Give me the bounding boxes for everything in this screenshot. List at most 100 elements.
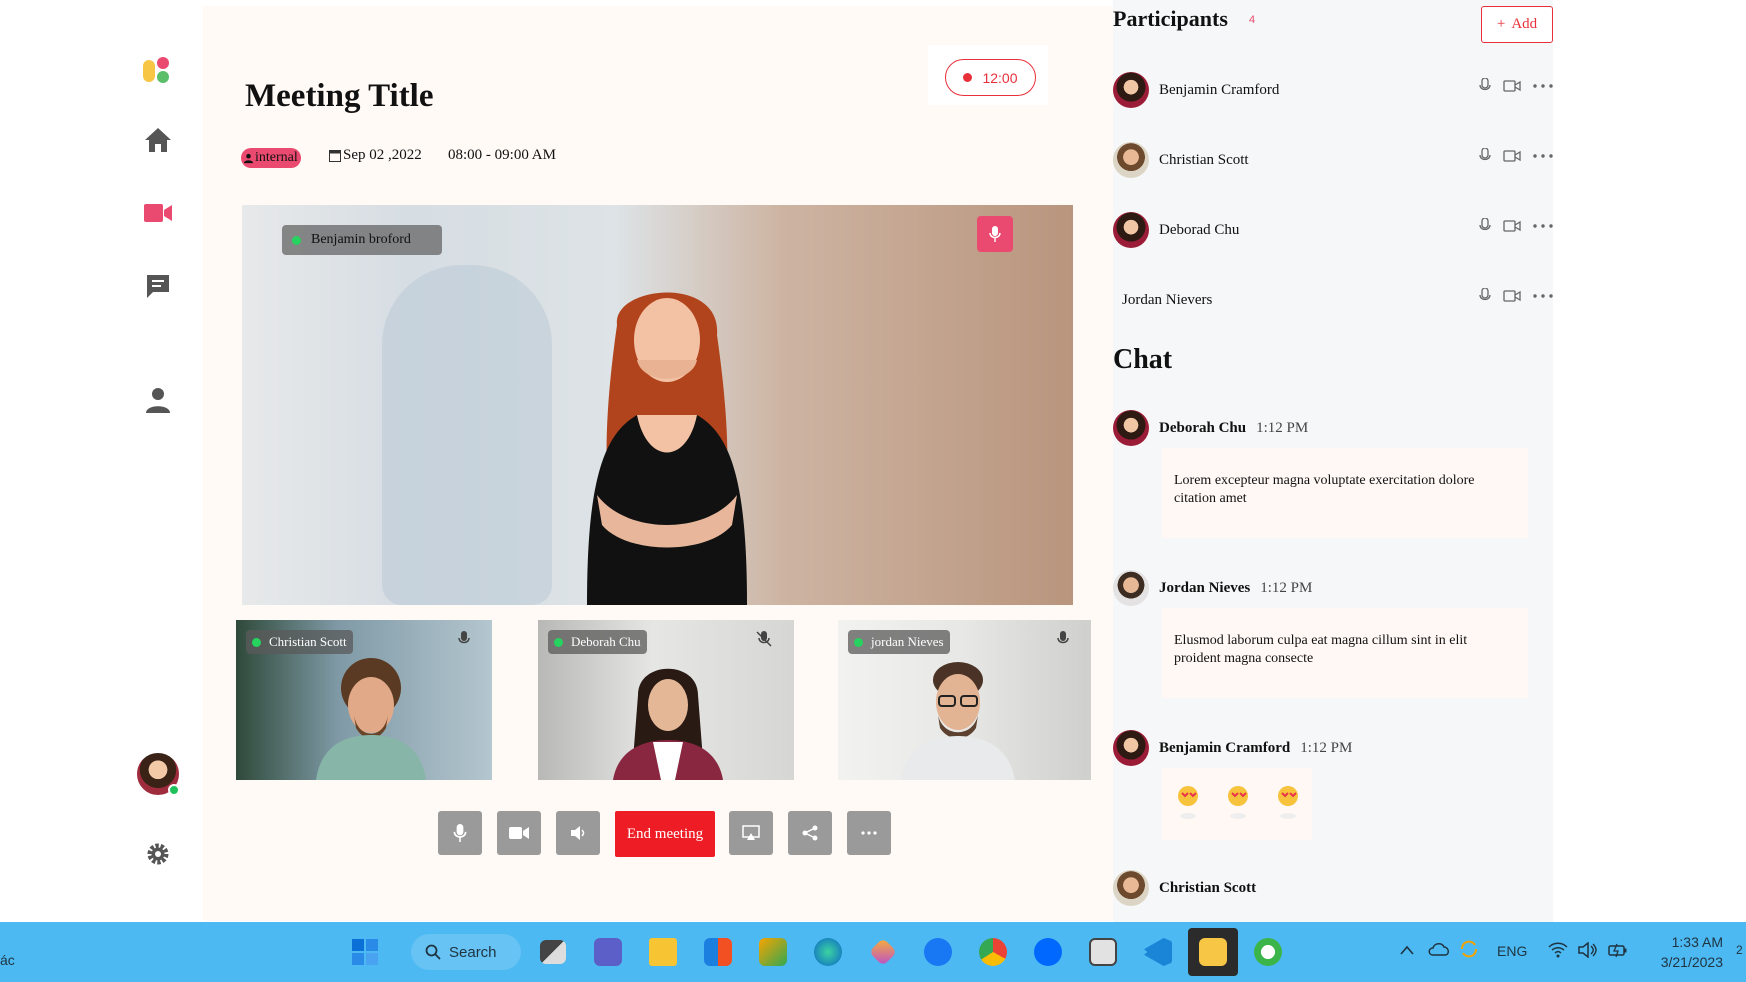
task-view-icon[interactable]	[533, 932, 573, 972]
speaker-name: Benjamin broford	[311, 232, 411, 247]
mic-toggle-button[interactable]	[438, 811, 482, 855]
battery-icon[interactable]	[1608, 942, 1628, 963]
participant-row[interactable]: Christian Scott	[1113, 140, 1553, 180]
speaker-name-chip: Benjamin broford	[282, 225, 442, 255]
vscode-icon[interactable]	[1138, 932, 1178, 972]
main-video-feed[interactable]	[242, 205, 1073, 605]
chat-message-header: Jordan Nieves 1:12 PM	[1113, 568, 1312, 608]
mic-icon[interactable]	[1479, 288, 1491, 304]
file-explorer-icon[interactable]	[643, 932, 683, 972]
chat-title: Chat	[1113, 344, 1173, 375]
end-meeting-button[interactable]: End meeting	[615, 811, 715, 857]
chrome-icon[interactable]	[973, 932, 1013, 972]
home-icon[interactable]	[142, 124, 174, 156]
avatar	[1113, 410, 1149, 446]
camera-icon[interactable]	[1503, 289, 1521, 303]
language-indicator[interactable]: ENG	[1497, 943, 1527, 959]
participant-name: Deborah Chu	[571, 634, 641, 649]
screenshot-app-icon[interactable]	[1083, 932, 1123, 972]
participant-figure	[316, 658, 426, 780]
edge-icon[interactable]	[808, 932, 848, 972]
sender-name: Deborah Chu	[1159, 419, 1247, 436]
facebook-icon[interactable]	[918, 932, 958, 972]
emoji-message-bubble	[1162, 768, 1312, 840]
sender-name: Christian Scott	[1159, 879, 1257, 896]
person-icon	[243, 153, 254, 163]
wifi-icon[interactable]	[1548, 942, 1568, 963]
chat-icon[interactable]	[142, 270, 174, 302]
participant-name: Christian Scott	[1159, 151, 1249, 168]
participant-row[interactable]: Benjamin Cramford	[1113, 70, 1553, 110]
avatar	[1113, 870, 1149, 906]
plus-icon: +	[1496, 16, 1506, 32]
share-button[interactable]	[788, 811, 832, 855]
participant-tile[interactable]: Deborah Chu	[538, 620, 794, 780]
more-options-button[interactable]	[847, 811, 891, 855]
green-app-icon[interactable]	[1248, 932, 1288, 972]
zalo-icon[interactable]	[1028, 932, 1068, 972]
more-icon[interactable]	[1533, 154, 1553, 158]
participant-name: Christian Scott	[269, 634, 347, 649]
participant-tile[interactable]: jordan Nieves	[838, 620, 1091, 780]
participant-name-chip: Deborah Chu	[548, 630, 647, 654]
avatar	[1113, 730, 1149, 766]
system-clock[interactable]: 1:33 AM 3/21/2023	[1648, 932, 1723, 972]
camera-icon[interactable]	[1503, 149, 1521, 163]
date-text: Sep 02 ,2022	[343, 146, 422, 163]
more-icon[interactable]	[1533, 84, 1553, 88]
avatar	[1113, 72, 1149, 108]
participant-row[interactable]: Deborad Chu	[1113, 210, 1553, 250]
add-participant-button[interactable]: + Add	[1481, 6, 1553, 43]
more-icon[interactable]	[1533, 294, 1553, 298]
start-icon[interactable]	[345, 932, 385, 972]
mic-muted-icon	[756, 631, 772, 652]
store-icon[interactable]	[698, 932, 738, 972]
more-icon[interactable]	[1533, 224, 1553, 228]
badge-label: internal	[255, 150, 298, 165]
camera-icon[interactable]	[1503, 219, 1521, 233]
record-timer-button[interactable]: 12:00	[945, 59, 1036, 96]
participant-name: Jordan Nievers	[1122, 291, 1213, 308]
calendar-icon	[329, 149, 341, 162]
meeting-type-badge: internal	[241, 148, 301, 168]
screen-share-button[interactable]	[729, 811, 773, 855]
taskbar-search[interactable]: Search	[411, 934, 521, 970]
mic-icon	[989, 226, 1001, 242]
participant-tile[interactable]: Christian Scott	[236, 620, 492, 780]
more-icon	[861, 831, 877, 835]
cloud-icon[interactable]	[1428, 942, 1450, 961]
sticky-notes-icon[interactable]	[1188, 928, 1238, 976]
mic-icon[interactable]	[1479, 218, 1491, 234]
chat-message-header: Benjamin Cramford 1:12 PM	[1113, 728, 1352, 768]
chat-message-header: Deborah Chu 1:12 PM	[1113, 408, 1308, 448]
mic-icon[interactable]	[1479, 78, 1491, 94]
chevron-up-icon[interactable]	[1400, 942, 1414, 960]
camera-icon[interactable]	[1503, 79, 1521, 93]
gear-icon[interactable]	[142, 838, 174, 870]
speaker-mic-button[interactable]	[977, 216, 1013, 252]
speaker-figure	[587, 292, 747, 605]
camera-toggle-button[interactable]	[497, 811, 541, 855]
emoji-icon	[1278, 786, 1298, 819]
participant-row[interactable]: Jordan Nievers	[1113, 280, 1553, 320]
record-dot-icon	[963, 73, 973, 82]
participant-name: Deborad Chu	[1159, 221, 1240, 238]
speaker-toggle-button[interactable]	[556, 811, 600, 855]
snipping-tool-icon[interactable]	[753, 932, 793, 972]
meeting-date: Sep 02 ,2022	[329, 144, 422, 166]
meet-app-icon[interactable]	[588, 932, 628, 972]
chat-message-bubble: Lorem excepteur magna voluptate exercita…	[1162, 448, 1528, 538]
user-icon[interactable]	[142, 384, 174, 416]
participant-name-chip: jordan Nieves	[848, 630, 950, 654]
mic-icon[interactable]	[1479, 148, 1491, 164]
volume-icon[interactable]	[1578, 941, 1598, 963]
sync-icon[interactable]	[1459, 940, 1479, 963]
git-app-icon[interactable]	[863, 932, 903, 972]
camera-icon	[509, 827, 529, 839]
message-time: 1:12 PM	[1300, 739, 1353, 756]
video-icon[interactable]	[142, 197, 174, 229]
add-label: Add	[1511, 16, 1538, 32]
screen-share-icon	[742, 825, 760, 840]
search-icon	[425, 944, 441, 960]
chat-message-header: Christian Scott	[1113, 868, 1256, 908]
